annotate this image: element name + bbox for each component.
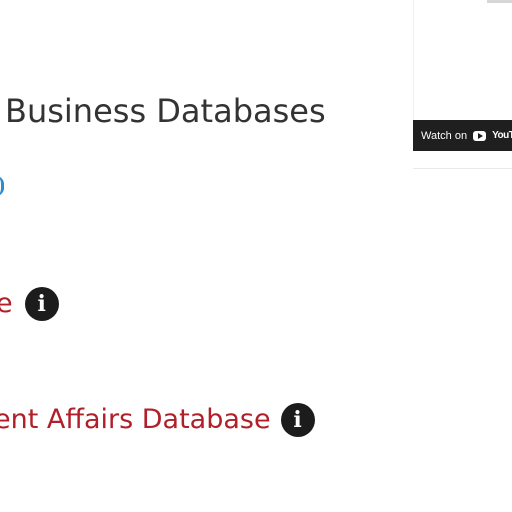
watch-on-label: Watch on bbox=[421, 129, 468, 142]
database-link[interactable]: e bbox=[0, 286, 13, 322]
section-heading: Business Databases bbox=[5, 92, 326, 130]
youtube-play-icon bbox=[473, 130, 487, 141]
video-embed[interactable]: Watch on YouTube bbox=[413, 0, 512, 169]
database-link[interactable]: ent Affairs Database bbox=[0, 402, 271, 438]
youtube-wordmark: YouTube bbox=[492, 130, 512, 141]
info-icon[interactable]: i bbox=[24, 287, 59, 321]
database-item: e i bbox=[0, 286, 59, 322]
database-item: ent Affairs Database i bbox=[0, 401, 315, 439]
video-top-control bbox=[487, 0, 512, 3]
page: Watch on YouTube Business Databases e i … bbox=[0, 0, 512, 512]
info-icon[interactable]: i bbox=[280, 403, 315, 437]
partial-link-mark[interactable] bbox=[0, 176, 4, 196]
watch-on-youtube-button[interactable]: Watch on YouTube bbox=[413, 120, 512, 151]
